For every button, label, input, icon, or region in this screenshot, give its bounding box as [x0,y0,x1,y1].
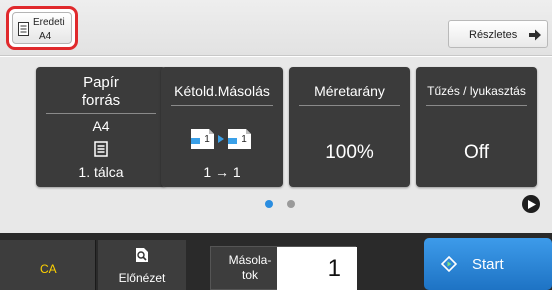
preview-button[interactable]: Előnézet [98,240,186,290]
tile-divider [426,105,527,106]
copy-ratio-tile[interactable]: Méretarány 100% [289,67,410,187]
top-bar: Eredeti A4 Részletes [0,0,552,56]
original-size-value: A4 [39,31,52,42]
copies-label-line2: tok [241,268,258,282]
staple-punch-title: Tűzés / lyukasztás [427,84,526,98]
preview-icon [136,248,148,262]
paper-source-title-text: Papír forrás [81,74,121,109]
original-highlight-frame: Eredeti A4 [6,6,78,50]
paper-source-title: Papír forrás [36,74,166,110]
page-dot[interactable] [287,200,295,208]
duplex-mode-value: 1 → 1 [203,164,241,180]
preview-label: Előnézet [118,271,166,285]
page-dot-active[interactable] [265,200,273,208]
copies-label-line1: Másola- [228,253,272,267]
start-label: Start [472,256,504,273]
copies-input[interactable] [277,247,357,290]
copy-screen: Eredeti A4 Részletes Papír forrás A4 1. … [0,0,552,290]
copies-field-group: Másola- tok [210,246,357,290]
paper-tray-value: 1. tálca [78,164,124,180]
paper-tray-icon [94,141,108,157]
copy-ratio-value: 100% [325,142,374,163]
document-icon [18,22,29,36]
function-area: Papír forrás A4 1. tálca Kétold.Másolás … [0,57,552,233]
details-label: Részletes [469,29,518,41]
clear-all-button[interactable]: CA [0,240,96,290]
copy-ratio-title: Méretarány [314,83,385,99]
duplex-copy-tile[interactable]: Kétold.Másolás 1 1 1 → 1 [161,67,283,187]
duplex-page-1: 1 [204,134,210,145]
staple-punch-value: Off [464,142,489,163]
tile-divider [171,105,273,106]
duplex-copy-title: Kétold.Másolás [174,83,270,99]
paper-source-tile[interactable]: Papír forrás A4 1. tálca [36,67,166,187]
tile-divider [46,113,156,114]
duplex-page-2: 1 [241,134,247,145]
tile-divider [299,105,400,106]
next-page-button[interactable] [522,195,540,213]
play-arrow-icon [528,200,536,209]
bottom-bar: CA Előnézet Másola- tok Start [0,233,552,290]
arrow-right-icon [529,29,541,41]
original-label: Eredeti [33,17,65,28]
start-button[interactable]: Start [424,238,552,290]
clear-all-label: CA [40,262,57,276]
duplex-copy-icon: 1 1 [191,129,251,149]
start-diamond-icon [441,256,457,272]
staple-punch-tile[interactable]: Tűzés / lyukasztás Off [416,67,537,187]
original-size-button[interactable]: Eredeti A4 [12,12,72,44]
details-button[interactable]: Részletes [448,20,548,48]
paper-size-value: A4 [92,118,110,134]
copies-label: Másola- tok [225,253,275,283]
